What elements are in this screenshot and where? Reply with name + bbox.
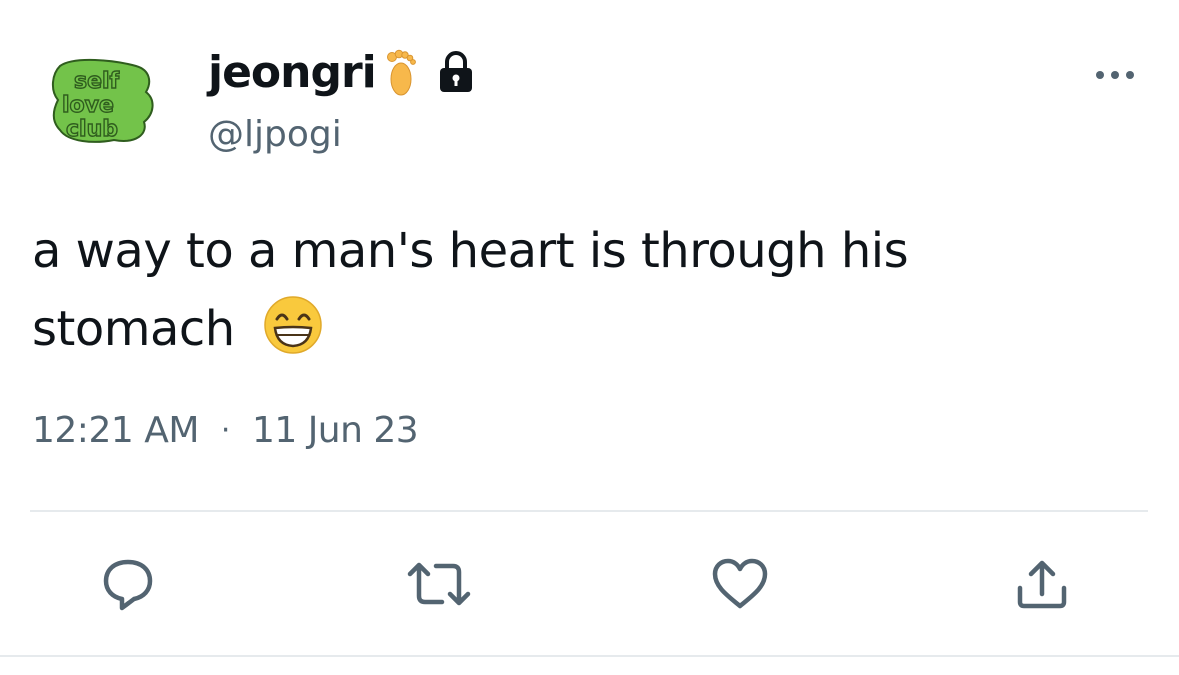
tweet-time[interactable]: 12:21 AM	[32, 410, 199, 451]
lock-icon	[436, 49, 476, 95]
user-handle[interactable]: @ljpogi	[208, 114, 342, 155]
foot-emoji-icon	[384, 47, 418, 97]
tweet-meta: 12:21 AM · 11 Jun 23	[32, 410, 419, 451]
divider	[0, 655, 1179, 657]
tweet-text-line-2: stomach	[32, 301, 235, 357]
logo-line-2: love	[62, 93, 114, 118]
logo-line-1: self	[74, 69, 120, 94]
author-row: jeongri	[208, 42, 476, 102]
tweet-date[interactable]: 11 Jun 23	[252, 410, 419, 451]
retweet-icon[interactable]	[404, 556, 471, 612]
more-options-icon[interactable]	[1092, 60, 1138, 90]
divider	[30, 510, 1148, 512]
meta-separator: ·	[220, 413, 231, 448]
tweet-text: a way to a man's heart is through his st…	[32, 212, 1132, 368]
share-icon[interactable]	[1012, 556, 1072, 612]
logo-line-3: club	[66, 117, 118, 142]
tweet-text-line-1: a way to a man's heart is through his	[32, 223, 909, 279]
avatar[interactable]: self love club	[44, 52, 164, 148]
display-name[interactable]: jeongri	[208, 47, 377, 98]
grinning-face-emoji-icon	[263, 295, 323, 355]
like-icon[interactable]	[710, 556, 770, 612]
self-love-club-logo: self love club	[52, 58, 154, 143]
reply-icon[interactable]	[98, 556, 158, 612]
